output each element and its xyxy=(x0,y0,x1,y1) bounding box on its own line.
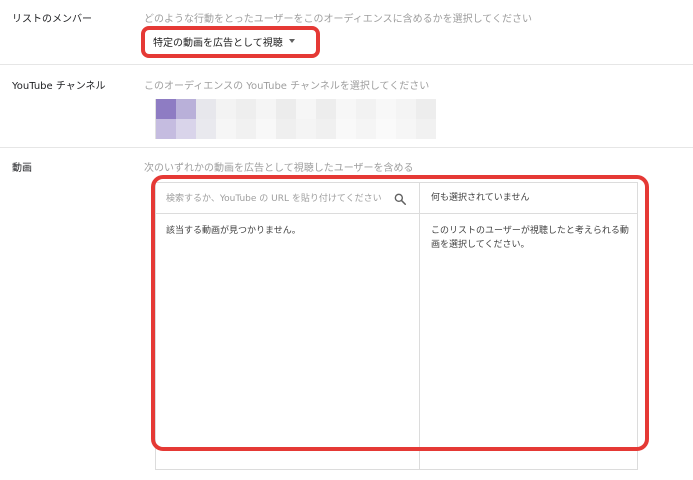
list-members-hint: どのような行動をとったユーザーをこのオーディエンスに含めるかを選択してください xyxy=(144,14,532,25)
list-members-dropdown-value: 特定の動画を広告として視聴 xyxy=(153,37,283,49)
selected-hint: このリストのユーザーが視聴したと考えられる動画を選択してください。 xyxy=(431,226,629,250)
videos-hint: 次のいずれかの動画を広告として視聴したユーザーを含める xyxy=(144,163,414,174)
video-search-input[interactable] xyxy=(166,191,386,207)
list-members-label: リストのメンバー xyxy=(12,14,92,25)
videos-label: 動画 xyxy=(12,163,32,174)
blurred-channel-selector[interactable] xyxy=(155,99,436,139)
list-members-dropdown[interactable]: 特定の動画を広告として視聴 xyxy=(153,32,295,50)
search-icon[interactable] xyxy=(393,192,407,206)
youtube-channel-hint: このオーディエンスの YouTube チャンネルを選択してください xyxy=(144,81,430,92)
audience-settings-page: リストのメンバー どのような行動をとったユーザーをこのオーディエンスに含めるかを… xyxy=(0,0,693,480)
chevron-down-icon xyxy=(288,39,295,43)
row-divider xyxy=(0,64,693,65)
row-divider xyxy=(0,147,693,148)
selected-header: 何も選択されていません xyxy=(431,193,530,203)
no-results-message: 該当する動画が見つかりません。 xyxy=(166,226,301,236)
column-divider xyxy=(419,183,420,469)
video-selector-panel: 該当する動画が見つかりません。 何も選択されていません このリストのユーザーが視… xyxy=(155,182,638,470)
youtube-channel-label: YouTube チャンネル xyxy=(12,81,106,92)
header-divider xyxy=(156,213,637,214)
